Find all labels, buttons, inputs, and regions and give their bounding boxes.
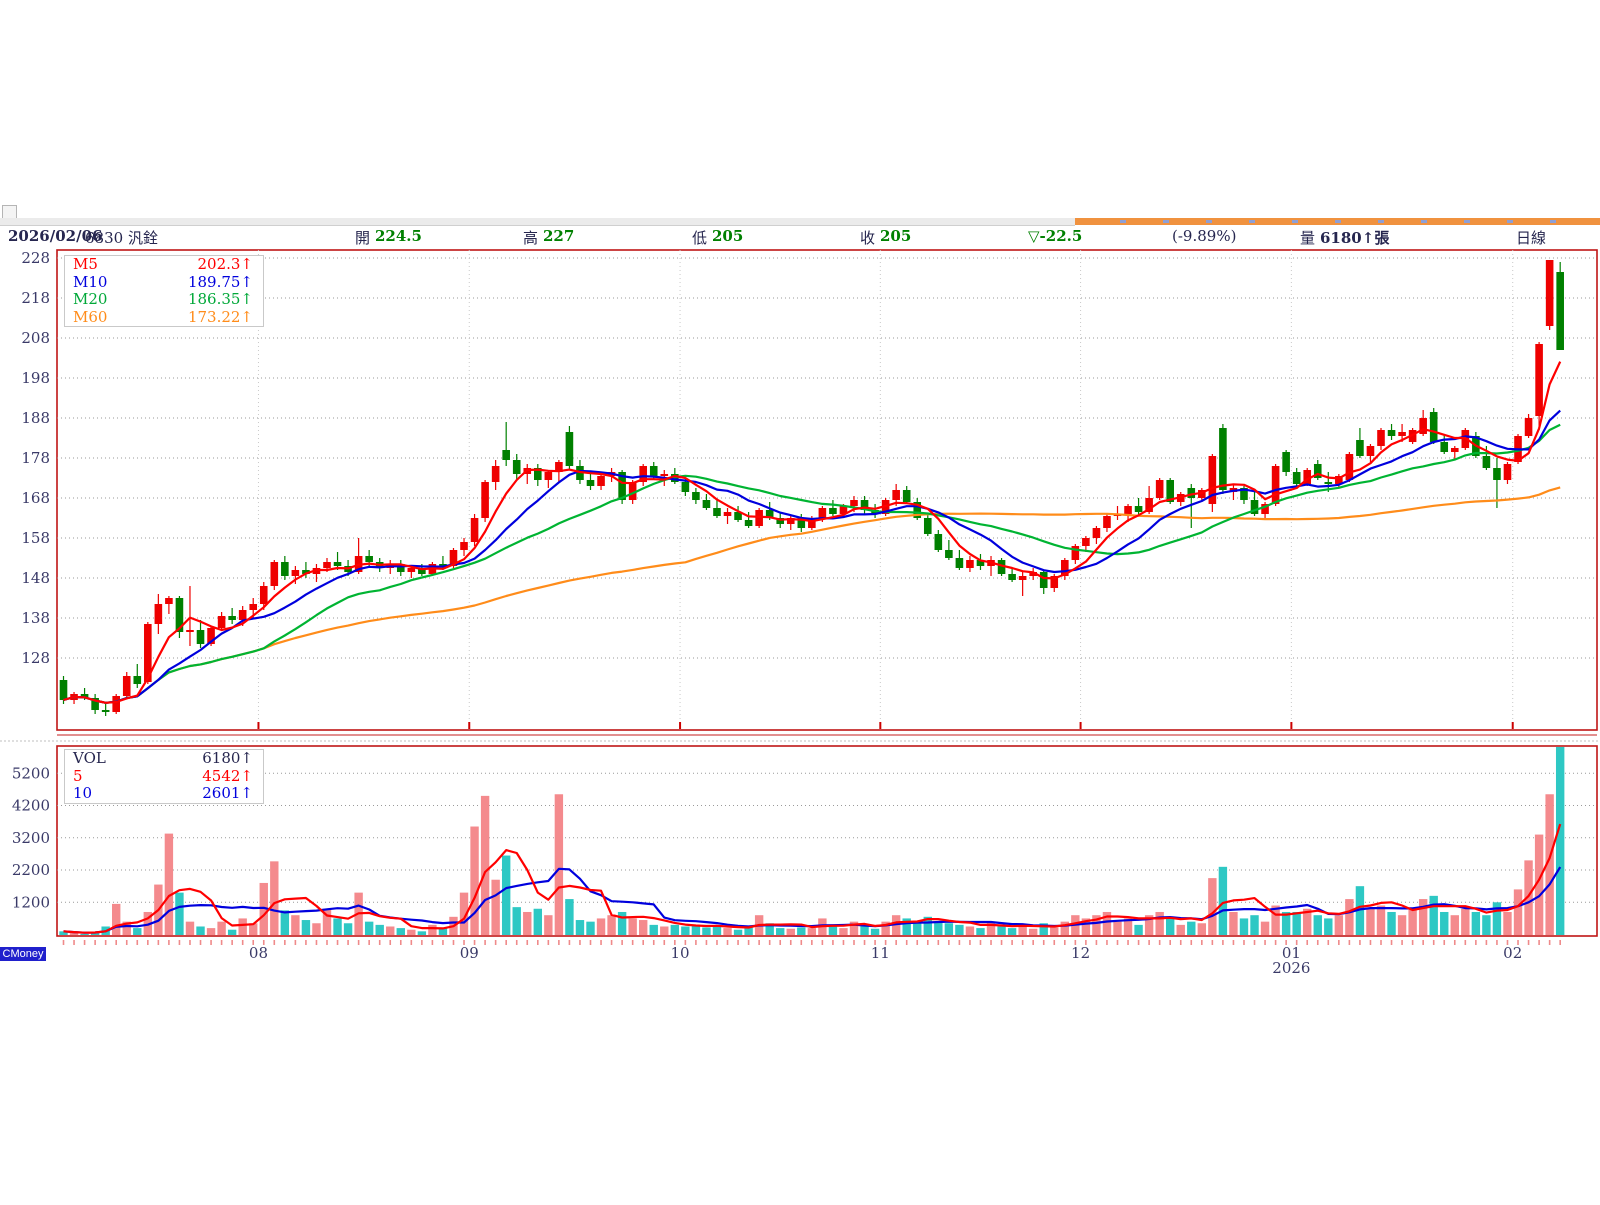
svg-text:168: 168	[21, 489, 50, 507]
ma60-label: M60	[73, 309, 107, 327]
svg-text:10: 10	[671, 944, 690, 962]
svg-text:178: 178	[21, 449, 50, 467]
vol-ma10-value: 2601↑	[202, 785, 253, 803]
ma10-label: M10	[73, 274, 107, 292]
ma20-value: 186.35↑	[188, 291, 253, 309]
vol-ma5-label: 5	[73, 768, 83, 786]
chart-window: 2026/02/06 6830 汎銓 開 224.5 高 227 低 205 收…	[0, 0, 1600, 1200]
svg-text:218: 218	[21, 289, 50, 307]
svg-text:158: 158	[21, 529, 50, 547]
svg-text:2200: 2200	[12, 861, 50, 879]
ma5-label: M5	[73, 256, 98, 274]
vol-ma5-value: 4542↑	[202, 768, 253, 786]
ma5-value: 202.3↑	[197, 256, 253, 274]
ma10-value: 189.75↑	[188, 274, 253, 292]
svg-text:198: 198	[21, 369, 50, 387]
vol-label: VOL	[73, 750, 106, 768]
svg-text:208: 208	[21, 329, 50, 347]
svg-text:3200: 3200	[12, 829, 50, 847]
ma60-value: 173.22↑	[188, 309, 253, 327]
svg-text:09: 09	[460, 944, 479, 962]
vol-value: 6180↑	[202, 750, 253, 768]
svg-text:11: 11	[871, 944, 890, 962]
svg-text:02: 02	[1503, 944, 1522, 962]
svg-text:4200: 4200	[12, 797, 50, 815]
svg-text:08: 08	[249, 944, 268, 962]
candlestick-chart-canvas[interactable]: 228 218 208 198 188 178 168 158 148 138 128 5200 420…	[0, 0, 1600, 1200]
svg-text:5200: 5200	[12, 764, 50, 782]
ma20-label: M20	[73, 291, 107, 309]
vol-ma10-label: 10	[73, 785, 92, 803]
svg-text:188: 188	[21, 409, 50, 427]
cmoney-logo: CMoney	[0, 947, 46, 961]
svg-text:128: 128	[21, 649, 50, 667]
svg-text:228: 228	[21, 249, 50, 267]
svg-text:148: 148	[21, 569, 50, 587]
svg-text:2026: 2026	[1272, 959, 1310, 977]
svg-text:12: 12	[1071, 944, 1090, 962]
svg-text:138: 138	[21, 609, 50, 627]
svg-text:1200: 1200	[12, 893, 50, 911]
price-ma-legend: M5 202.3↑ M10 189.75↑ M20 186.35↑ M60 173.22…	[64, 255, 264, 327]
volume-legend: VOL 6180↑ 5 4542↑ 10 2601↑	[64, 749, 264, 804]
